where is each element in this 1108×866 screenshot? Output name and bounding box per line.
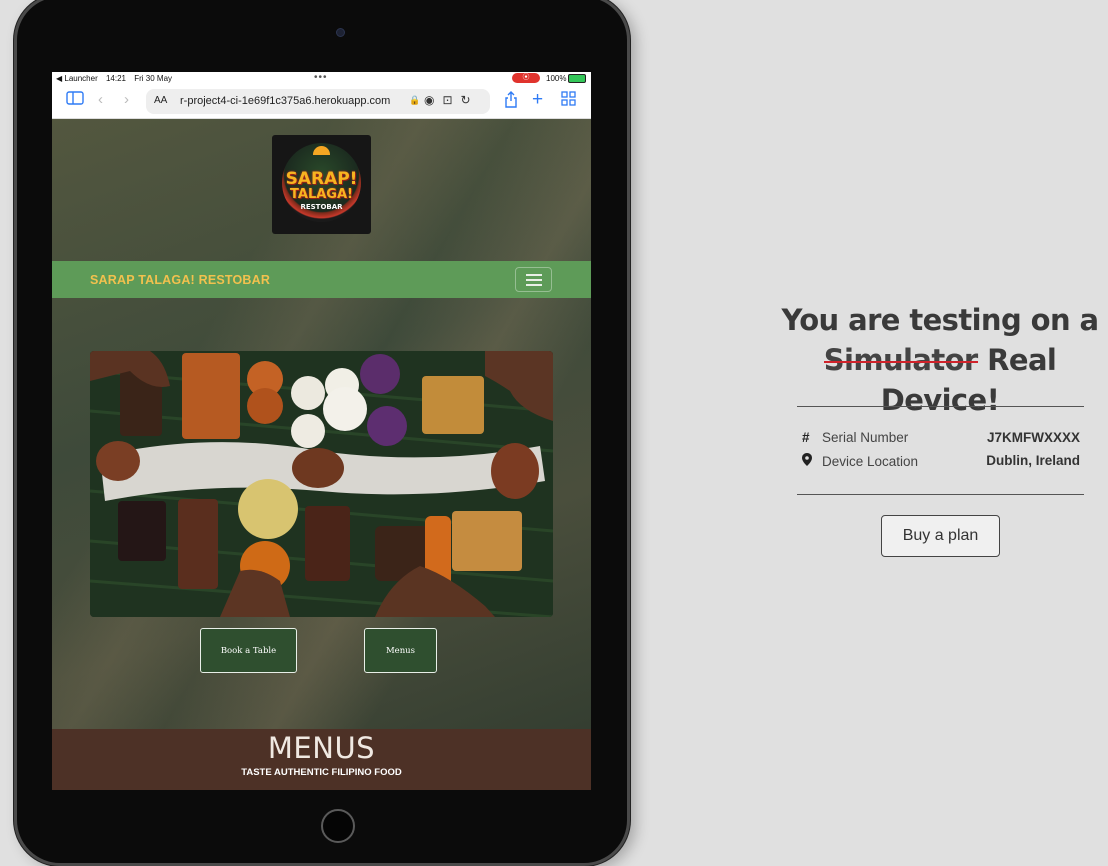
logo-line2: TALAGA! xyxy=(290,187,353,202)
menus-section: MENUS TASTE AUTHENTIC FILIPINO FOOD xyxy=(52,729,591,790)
device-location-label: Device Location xyxy=(822,454,919,469)
front-camera xyxy=(336,28,345,37)
tab-grid-icon[interactable] xyxy=(561,91,576,110)
extension-icon[interactable]: ◉ xyxy=(424,93,434,107)
back-chevron-icon[interactable]: ‹ xyxy=(98,91,103,108)
url-text[interactable]: r-project4-ci-1e69f1c375a6.herokuapp.com xyxy=(180,95,390,107)
new-tab-plus-icon[interactable]: + xyxy=(532,89,543,111)
device-location-row: Device Location Dublin, Ireland xyxy=(802,453,1080,469)
restaurant-logo[interactable]: SARAP! TALAGA! RESTOBAR xyxy=(272,135,371,234)
serial-number-row: # Serial Number J7KMFWXXXX xyxy=(802,430,1080,445)
serial-number-label: Serial Number xyxy=(822,430,909,445)
recording-indicator: ⦿ xyxy=(512,73,540,83)
hash-icon: # xyxy=(802,430,810,445)
address-bar[interactable]: AA r-project4-ci-1e69f1c375a6.herokuapp.… xyxy=(146,89,490,114)
sidebar-icon[interactable] xyxy=(66,91,84,109)
share-icon[interactable] xyxy=(504,91,518,112)
lock-icon: 🔒 xyxy=(409,95,421,105)
ipad-screen: ◀ Launcher 14:21 Fri 30 May ••• ⦿ 100% ‹… xyxy=(52,72,591,790)
home-button[interactable] xyxy=(321,809,355,843)
headline-line1: You are testing on a xyxy=(781,303,1100,337)
menus-subheading: TASTE AUTHENTIC FILIPINO FOOD xyxy=(241,767,402,778)
back-to-app-link[interactable]: ◀ Launcher xyxy=(56,74,98,83)
divider-bottom xyxy=(797,494,1084,495)
logo-line3: RESTOBAR xyxy=(300,203,343,211)
device-location-value: Dublin, Ireland xyxy=(986,453,1080,468)
headline: You are testing on a Simulator Real Devi… xyxy=(780,300,1100,420)
browser-toolbar: ‹ › AA r-project4-ci-1e69f1c375a6.heroku… xyxy=(52,86,591,119)
multitask-dots[interactable]: ••• xyxy=(314,72,328,83)
divider-top xyxy=(797,406,1084,407)
buy-a-plan-button[interactable]: Buy a plan xyxy=(881,515,1000,557)
share-screen-icon[interactable]: ⊡ xyxy=(442,93,452,107)
hero-food-image xyxy=(90,351,553,617)
menus-button[interactable]: Menus xyxy=(364,628,437,673)
location-pin-icon xyxy=(802,453,822,469)
status-date: Fri 30 May xyxy=(134,74,173,83)
battery-percent: 100% xyxy=(546,74,567,83)
simulator-strikethrough: Simulator xyxy=(823,343,978,377)
device-info-panel: You are testing on a Simulator Real Devi… xyxy=(780,300,1100,557)
reader-settings-button[interactable]: AA xyxy=(154,95,167,106)
menus-heading: MENUS xyxy=(267,731,376,765)
battery-indicator: 100% xyxy=(546,74,587,84)
book-a-table-button[interactable]: Book a Table xyxy=(200,628,297,673)
forward-chevron-icon[interactable]: › xyxy=(124,91,129,108)
navbar-brand[interactable]: SARAP TALAGA! RESTOBAR xyxy=(90,273,270,287)
status-bar: ◀ Launcher 14:21 Fri 30 May ••• ⦿ 100% xyxy=(52,72,591,86)
status-time: 14:21 xyxy=(105,74,126,83)
reload-icon[interactable]: ↻ xyxy=(461,93,471,107)
hamburger-menu-button[interactable] xyxy=(515,267,552,292)
site-navbar: SARAP TALAGA! RESTOBAR xyxy=(52,261,591,298)
serial-number-value: J7KMFWXXXX xyxy=(986,430,1080,445)
battery-icon xyxy=(568,74,587,84)
logo-line1: SARAP! xyxy=(285,169,358,189)
webpage: SARAP! TALAGA! RESTOBAR SARAP TALAGA! RE… xyxy=(52,119,591,790)
